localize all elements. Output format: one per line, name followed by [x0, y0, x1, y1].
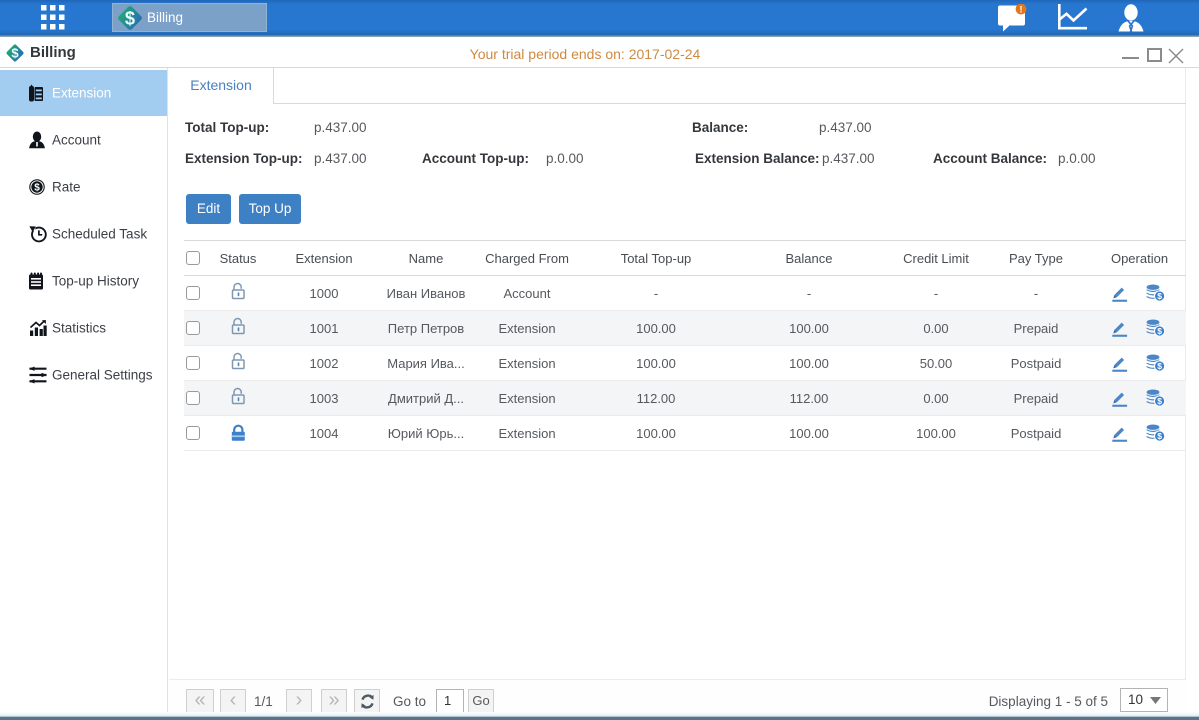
svg-text:$: $ [125, 7, 135, 28]
svg-text:$: $ [1157, 326, 1162, 336]
svg-text:$: $ [1157, 361, 1162, 371]
svg-text:!: ! [1020, 4, 1023, 14]
svg-text:$: $ [34, 183, 40, 194]
svg-text:$: $ [1157, 396, 1162, 406]
svg-text:$: $ [1157, 431, 1162, 441]
svg-text:$: $ [1157, 291, 1162, 301]
